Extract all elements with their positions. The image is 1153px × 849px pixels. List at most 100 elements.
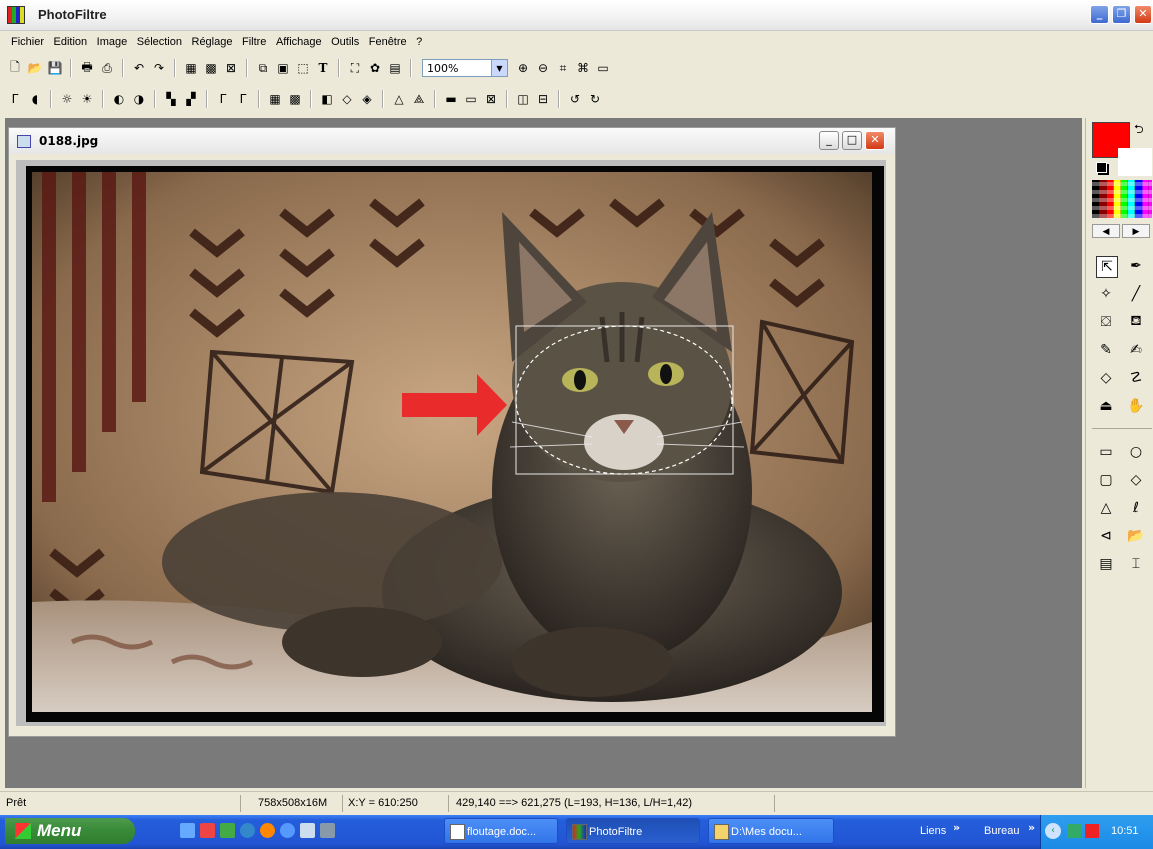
task-photofiltre[interactable]: PhotoFiltre <box>566 818 700 844</box>
quicklaunch-app-icon[interactable] <box>200 823 215 838</box>
document-title-bar[interactable]: 0188.jpg _ □ ✕ <box>9 128 895 154</box>
brightness-up-icon[interactable]: ☀ <box>78 90 96 108</box>
antivirus-icon[interactable] <box>1085 824 1099 838</box>
undo-icon[interactable]: ↶ <box>130 59 148 77</box>
line-tool-icon[interactable]: ╱ <box>1126 284 1146 304</box>
zoom-out-icon[interactable]: ⊖ <box>534 59 552 77</box>
menu-selection[interactable]: Sélection <box>134 32 185 52</box>
menu-fichier[interactable]: Fichier <box>8 32 47 52</box>
menu-fenetre[interactable]: Fenêtre <box>366 32 410 52</box>
network-icon[interactable] <box>1067 824 1081 838</box>
grayscale-icon[interactable]: ▦ <box>182 59 200 77</box>
eyedropper-tool-icon[interactable]: ✒ <box>1126 256 1146 276</box>
fullscreen-icon[interactable]: ▭ <box>594 59 612 77</box>
menu-edition[interactable]: Edition <box>51 32 91 52</box>
ellipse-shape-icon[interactable]: ○ <box>1126 442 1146 462</box>
smudge-tool-icon[interactable]: ☡ <box>1126 368 1146 388</box>
magic-wand-tool-icon[interactable]: ✧ <box>1096 284 1116 304</box>
window-icon[interactable]: ▤ <box>386 59 404 77</box>
soften-icon[interactable]: ◈ <box>358 90 376 108</box>
palette-prev-button[interactable]: ◀ <box>1092 224 1120 238</box>
fill-bucket-tool-icon[interactable]: ⛋ <box>1096 312 1116 332</box>
saturation-up-icon[interactable]: ▞ <box>182 90 200 108</box>
sharpen-more-icon[interactable]: ⟁ <box>410 90 428 108</box>
selection-icon[interactable]: ⬚ <box>294 59 312 77</box>
auto-contrast-icon[interactable]: ◖ <box>26 90 44 108</box>
gamma-up-icon[interactable]: Γ <box>234 90 252 108</box>
rectangle-shape-icon[interactable]: ▭ <box>1096 442 1116 462</box>
transparency-icon[interactable]: ⊠ <box>222 59 240 77</box>
desktop-toolbar[interactable]: Bureau <box>984 825 1019 837</box>
chevron-down-icon[interactable]: ▼ <box>491 60 507 76</box>
scan-icon[interactable]: ⎙ <box>98 59 116 77</box>
restore-button[interactable]: ❐ <box>1112 5 1131 24</box>
select-all-icon[interactable]: ▤ <box>1096 554 1116 574</box>
desktop-chevron-icon[interactable]: » <box>1028 821 1035 834</box>
diamond-shape-icon[interactable]: ◇ <box>1126 470 1146 490</box>
brightness-down-icon[interactable]: ☼ <box>58 90 76 108</box>
doc-close-button[interactable]: ✕ <box>865 131 885 150</box>
messenger-icon[interactable] <box>280 823 295 838</box>
lasso-shape-icon[interactable]: ℓ <box>1126 498 1146 518</box>
hand-tool-icon[interactable]: ✋ <box>1126 396 1146 416</box>
texture-icon[interactable]: ⊠ <box>482 90 500 108</box>
contrast-down-icon[interactable]: ◐ <box>110 90 128 108</box>
close-button[interactable]: ✕ <box>1134 5 1152 24</box>
firefox-icon[interactable] <box>260 823 275 838</box>
print-icon[interactable]: 🖶 <box>78 59 96 77</box>
doc-maximize-button[interactable]: □ <box>842 131 862 150</box>
photofiltre-app-icon[interactable] <box>7 6 25 24</box>
color-palette-icon[interactable]: ▩ <box>202 59 220 77</box>
invert-selection-icon[interactable]: ⌶ <box>1126 554 1146 574</box>
menu-affichage[interactable]: Affichage <box>273 32 325 52</box>
zoom-in-icon[interactable]: ⊕ <box>514 59 532 77</box>
sharpen-icon[interactable]: ◧ <box>318 90 336 108</box>
doc-minimize-button[interactable]: _ <box>819 131 839 150</box>
palette-next-button[interactable]: ▶ <box>1122 224 1150 238</box>
triangle-shape-icon[interactable]: △ <box>1096 498 1116 518</box>
zoom-select[interactable]: 100% ▼ <box>422 59 508 77</box>
quicklaunch-tool-icon[interactable] <box>220 823 235 838</box>
open-folder-icon[interactable]: 📂 <box>26 59 44 77</box>
links-toolbar[interactable]: Liens <box>920 825 946 837</box>
window-switch-icon[interactable] <box>300 823 315 838</box>
saturation-down-icon[interactable]: ▚ <box>162 90 180 108</box>
stamp-tool-icon[interactable]: ⏏ <box>1096 396 1116 416</box>
flip-vertical-icon[interactable]: ⊟ <box>534 90 552 108</box>
brush-tool-icon[interactable]: ✎ <box>1096 340 1116 360</box>
menu-image[interactable]: Image <box>94 32 131 52</box>
frame-icon[interactable]: ▭ <box>462 90 480 108</box>
links-chevron-icon[interactable]: » <box>953 821 960 834</box>
gradient-icon[interactable]: ▬ <box>442 90 460 108</box>
rotate-left-icon[interactable]: ↺ <box>566 90 584 108</box>
task-floutage-doc[interactable]: floutage.doc... <box>444 818 558 844</box>
contrast-up-icon[interactable]: ◑ <box>130 90 148 108</box>
menu-outils[interactable]: Outils <box>328 32 362 52</box>
rotate-right-icon[interactable]: ↻ <box>586 90 604 108</box>
reset-colors-icon[interactable] <box>1096 162 1107 173</box>
background-color-swatch[interactable] <box>1118 148 1152 176</box>
photo-canvas[interactable] <box>32 172 872 712</box>
polygon-shape-icon[interactable]: ⊲ <box>1096 526 1116 546</box>
grid-icon[interactable]: ▦ <box>266 90 284 108</box>
advanced-brush-tool-icon[interactable]: ✍ <box>1126 340 1146 360</box>
save-icon[interactable]: 💾 <box>46 59 64 77</box>
new-file-icon[interactable]: 🗋 <box>6 59 24 77</box>
fit-image-icon[interactable]: ⌘ <box>574 59 592 77</box>
flip-horizontal-icon[interactable]: ◫ <box>514 90 532 108</box>
blur-icon[interactable]: ◇ <box>338 90 356 108</box>
menu-help[interactable]: ? <box>413 32 425 52</box>
open-shape-icon[interactable]: 📂 <box>1126 526 1146 546</box>
paste-icon[interactable]: ▣ <box>274 59 292 77</box>
auto-levels-icon[interactable]: Γ <box>6 90 24 108</box>
task-mes-documents[interactable]: D:\Mes docu... <box>708 818 834 844</box>
cat-photo[interactable] <box>32 172 872 712</box>
media-icon[interactable] <box>320 823 335 838</box>
blur-tool-icon[interactable]: ◇ <box>1096 368 1116 388</box>
start-button[interactable]: Menu <box>5 818 135 844</box>
show-desktop-icon[interactable] <box>180 823 195 838</box>
text-icon[interactable]: T <box>314 59 332 77</box>
color-palette[interactable] <box>1092 180 1152 218</box>
internet-explorer-icon[interactable] <box>240 823 255 838</box>
swap-colors-icon[interactable]: ⮌ <box>1134 120 1144 141</box>
